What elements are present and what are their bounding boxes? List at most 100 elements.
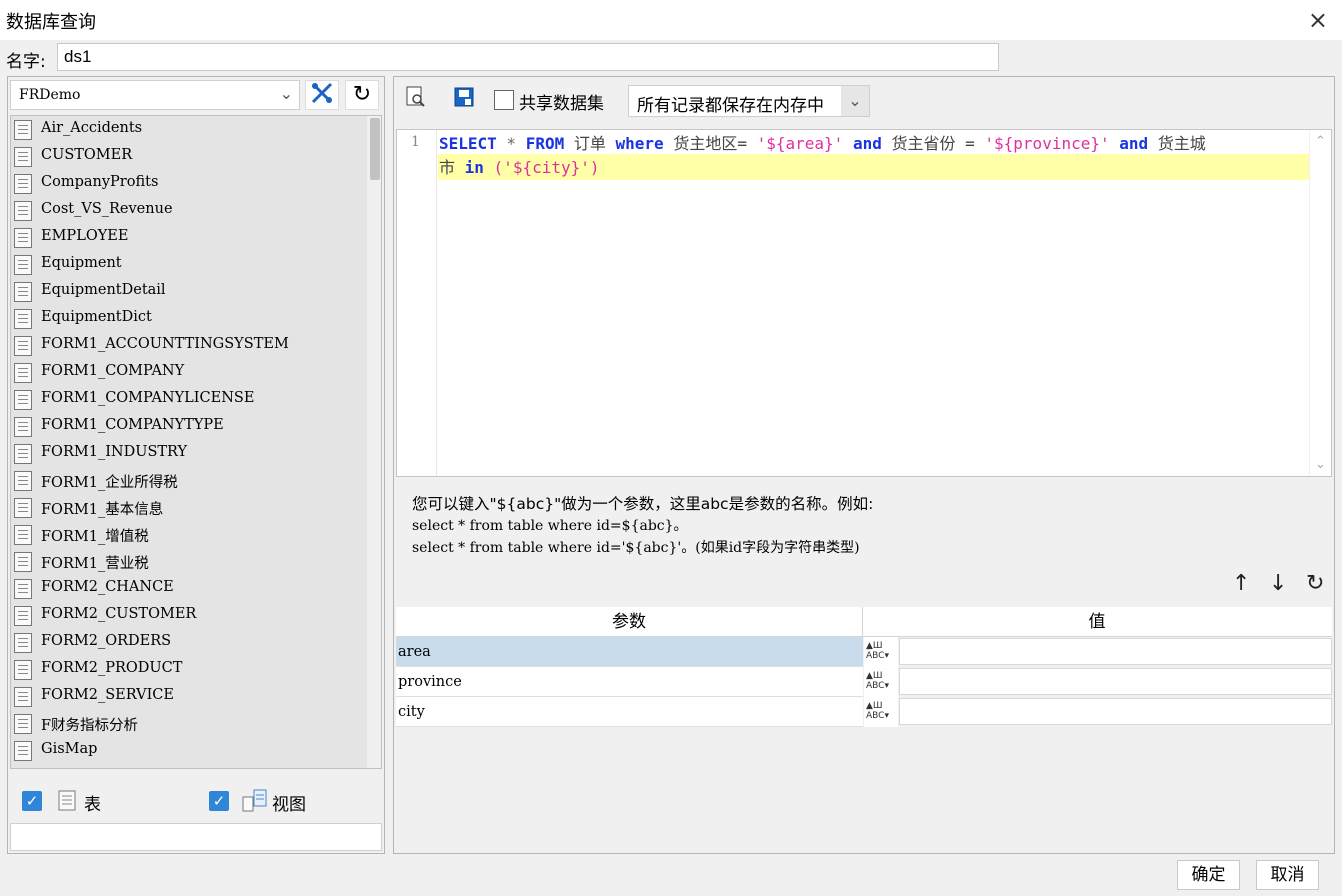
- table-icon: [14, 390, 32, 410]
- refresh-params-icon[interactable]: ↻: [1306, 571, 1324, 596]
- table-list[interactable]: Air_Accidents CUSTOMER CompanyProfits Cost_…: [10, 115, 382, 769]
- type-selector-icon[interactable]: ▲Ш ABC▾: [864, 697, 898, 727]
- param-value-input[interactable]: [899, 698, 1332, 725]
- table-name: Equipment: [41, 255, 122, 271]
- list-item[interactable]: FORM2_CHANCE: [11, 576, 366, 603]
- list-item[interactable]: FORM1_INDUSTRY: [11, 441, 366, 468]
- save-button[interactable]: [450, 85, 478, 113]
- list-item[interactable]: FORM1_COMPANYTYPE: [11, 414, 366, 441]
- table-icon: [14, 498, 32, 518]
- refresh-icon: ↻: [352, 82, 372, 107]
- table-row[interactable]: province ▲Ш ABC▾: [396, 667, 1332, 697]
- table-icon: [14, 471, 32, 491]
- list-item[interactable]: FORM2_PRODUCT: [11, 657, 366, 684]
- view-icon: [242, 789, 267, 812]
- list-item[interactable]: GisMap: [11, 738, 366, 765]
- table-name: FORM1_COMPANYTYPE: [41, 417, 224, 433]
- sql-keyword: where: [615, 134, 664, 153]
- table-search-input[interactable]: [10, 823, 382, 851]
- share-dataset-checkbox[interactable]: [494, 90, 514, 110]
- sql-editor[interactable]: 1 SELECT * FROM 订单 where 货主地区= '${area}'…: [396, 129, 1332, 477]
- table-name: FORM1_INDUSTRY: [41, 444, 188, 460]
- sql-keyword: and: [1119, 134, 1149, 153]
- parameter-table: 参数 值 area ▲Ш ABC▾ province ▲Ш ABC▾ city ▲Ш…: [396, 607, 1332, 853]
- scrollbar-thumb[interactable]: [370, 118, 380, 180]
- view-filter-checkbox[interactable]: ✓: [209, 791, 229, 811]
- preview-button[interactable]: [402, 85, 430, 113]
- param-name: city: [396, 697, 863, 727]
- sql-string: ('${city}'): [493, 158, 600, 177]
- table-icon: [14, 147, 32, 167]
- connection-settings-button[interactable]: [305, 80, 339, 110]
- list-item[interactable]: FORM1_增值税: [11, 522, 366, 549]
- list-item[interactable]: FORM1_营业税: [11, 549, 366, 576]
- refresh-button[interactable]: ↻: [345, 80, 379, 110]
- param-value-input[interactable]: [899, 668, 1332, 695]
- list-item[interactable]: Air_Accidents: [11, 117, 366, 144]
- table-name: FORM2_PRODUCT: [41, 660, 183, 676]
- table-name: EMPLOYEE: [41, 228, 129, 244]
- table-name: F财务指标分析: [41, 718, 139, 734]
- list-item[interactable]: CompanyProfits: [11, 171, 366, 198]
- editor-scrollbar[interactable]: ⌃ ⌄: [1309, 130, 1331, 476]
- list-item[interactable]: EquipmentDetail: [11, 279, 366, 306]
- table-row[interactable]: city ▲Ш ABC▾: [396, 697, 1332, 727]
- chevron-down-icon[interactable]: ⌄: [1315, 457, 1326, 472]
- hint-line: 您可以键入"${abc}"做为一个参数，这里abc是参数的名称。例如:: [412, 495, 874, 513]
- sql-code[interactable]: SELECT * FROM 订单 where 货主地区= '${area}' a…: [439, 132, 1309, 180]
- name-input[interactable]: [57, 43, 999, 71]
- line-number: 1: [411, 134, 420, 150]
- sql-text: 货主城: [1148, 134, 1206, 153]
- list-item[interactable]: F财务指标分析: [11, 711, 366, 738]
- list-item[interactable]: FORM1_COMPANY: [11, 360, 366, 387]
- table-list-scrollbar[interactable]: [367, 116, 381, 768]
- cancel-button[interactable]: 取消: [1256, 860, 1319, 890]
- list-item[interactable]: EquipmentDict: [11, 306, 366, 333]
- parameter-table-header: 参数 值: [396, 607, 1332, 637]
- window-title: 数据库查询: [6, 12, 96, 33]
- table-name: CUSTOMER: [41, 147, 133, 163]
- param-name: area: [396, 637, 863, 667]
- ok-button[interactable]: 确定: [1177, 860, 1240, 890]
- table-icon: [14, 660, 32, 680]
- memory-mode-select[interactable]: 所有记录都保存在内存中 ⌄: [628, 85, 870, 117]
- table-name: FORM1_ACCOUNTTINGSYSTEM: [41, 336, 289, 352]
- line-gutter: 1: [397, 130, 437, 476]
- connection-select[interactable]: FRDemo ⌄: [10, 80, 300, 110]
- list-item[interactable]: Equipment: [11, 252, 366, 279]
- list-item[interactable]: FORM1_基本信息: [11, 495, 366, 522]
- list-item[interactable]: CUSTOMER: [11, 144, 366, 171]
- list-item[interactable]: FORM2_SERVICE: [11, 684, 366, 711]
- list-item[interactable]: FORM2_CUSTOMER: [11, 603, 366, 630]
- table-name: FORM1_COMPANYLICENSE: [41, 390, 255, 406]
- table-icon: [14, 552, 32, 572]
- table-row[interactable]: area ▲Ш ABC▾: [396, 637, 1332, 667]
- list-item[interactable]: FORM1_企业所得税: [11, 468, 366, 495]
- list-item[interactable]: EMPLOYEE: [11, 225, 366, 252]
- param-name-header: 参数: [396, 607, 863, 637]
- list-item[interactable]: Cost_VS_Revenue: [11, 198, 366, 225]
- table-name: EquipmentDict: [41, 309, 152, 325]
- name-label: 名字:: [6, 52, 46, 72]
- table-filter-label: 表: [84, 795, 101, 815]
- table-filter-checkbox[interactable]: ✓: [22, 791, 42, 811]
- sql-text: 订单: [564, 134, 616, 153]
- arrow-down-icon[interactable]: ↓: [1269, 571, 1287, 596]
- chevron-down-icon: ⌄: [279, 84, 293, 103]
- type-selector-icon[interactable]: ▲Ш ABC▾: [864, 667, 898, 697]
- list-item[interactable]: FORM2_ORDERS: [11, 630, 366, 657]
- table-icon: [14, 525, 32, 545]
- arrow-up-icon[interactable]: ↑: [1232, 571, 1250, 596]
- title-bar: 数据库查询 ×: [0, 0, 1342, 40]
- type-selector-icon[interactable]: ▲Ш ABC▾: [864, 637, 898, 667]
- list-item[interactable]: FORM1_COMPANYLICENSE: [11, 387, 366, 414]
- param-value-input[interactable]: [899, 638, 1332, 665]
- close-icon[interactable]: ×: [1308, 6, 1328, 34]
- hint-example: select * from table where id='${abc}'。(如…: [412, 540, 860, 556]
- chevron-up-icon[interactable]: ⌃: [1315, 134, 1326, 149]
- table-name: FORM2_ORDERS: [41, 633, 172, 649]
- list-item[interactable]: FORM1_ACCOUNTTINGSYSTEM: [11, 333, 366, 360]
- table-name: Air_Accidents: [41, 120, 143, 136]
